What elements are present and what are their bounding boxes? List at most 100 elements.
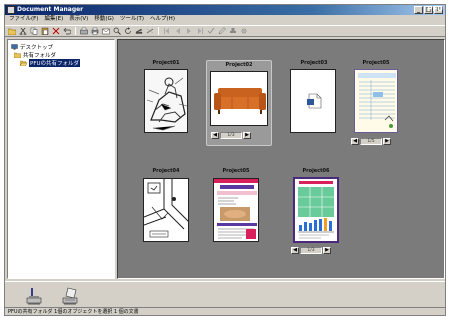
tree-item-shared-folder[interactable]: 共有フォルダ — [14, 51, 56, 59]
tree-item-pfu-shared-folder[interactable]: PFUの共有フォルダ — [20, 59, 81, 67]
toolbar-separator — [75, 27, 76, 35]
tree-item-label: 共有フォルダ — [23, 53, 57, 59]
window-title: Document Manager — [17, 6, 84, 13]
page-navigator: ◀ 1/3 ▶ — [211, 131, 251, 139]
scanner-icon — [26, 288, 42, 305]
title-bar[interactable]: Document Manager _ □ × — [5, 5, 445, 15]
document-view: Project01 Project02 ◀ 1/3 ▶ Project03 Pr… — [117, 39, 445, 279]
last-page-button[interactable] — [196, 27, 204, 35]
document-scanner-icon — [62, 287, 78, 305]
catalog-thumbnail — [213, 178, 259, 242]
prev-page-button[interactable] — [174, 27, 182, 35]
options-button[interactable] — [240, 27, 248, 35]
open-folder-icon — [20, 60, 27, 66]
project-name: Project05 — [222, 168, 250, 174]
scan-button[interactable] — [80, 27, 88, 35]
unstaple-icon — [146, 28, 154, 34]
paste-button[interactable] — [41, 27, 49, 35]
project-name: Project02 — [225, 62, 253, 68]
folder-tree: デスクトップ 共有フォルダ PFUの共有フォルダ — [7, 39, 115, 279]
project-name: Project03 — [300, 60, 328, 66]
desktop-icon — [11, 44, 18, 50]
project-name: Project05 — [362, 60, 390, 66]
next-page-button[interactable] — [185, 27, 193, 35]
project-card[interactable]: Project05 ◀ 1/5 ▶ — [351, 60, 400, 152]
project-card[interactable]: Project05 — [210, 168, 262, 250]
new-folder-button[interactable] — [8, 27, 16, 35]
word-document-icon — [307, 93, 322, 109]
menu-file[interactable]: ファイル(F) — [9, 15, 38, 24]
paste-icon — [41, 27, 49, 35]
menu-go[interactable]: 移動(G) — [94, 15, 114, 24]
cut-button[interactable] — [19, 27, 27, 35]
zoom-button[interactable] — [113, 27, 121, 35]
bottom-toolbar — [5, 281, 445, 307]
rotate-icon — [125, 27, 131, 34]
next-page-icon — [187, 28, 191, 34]
project-name: Project01 — [152, 60, 180, 66]
tree-item-label: PFUの共有フォルダ — [29, 59, 81, 67]
project-name: Project04 — [152, 168, 180, 174]
stamp-icon — [230, 28, 236, 33]
document-thumbnail — [290, 69, 336, 133]
status-bar: PFUの共有フォルダ 1個のオブジェクトを選択 1 個の文書 — [5, 307, 445, 316]
folder-icon — [8, 28, 16, 35]
project-name: Project06 — [302, 168, 330, 174]
prev-page-button[interactable]: ◀ — [351, 137, 359, 145]
unstaple-button[interactable] — [146, 27, 154, 35]
prev-page-button[interactable]: ◀ — [211, 131, 219, 139]
first-page-icon — [164, 28, 169, 34]
next-page-button[interactable]: ▶ — [383, 137, 391, 145]
delete-button[interactable] — [52, 27, 60, 35]
mail-button[interactable] — [102, 27, 110, 35]
annotate-button[interactable] — [218, 27, 226, 35]
folder-icon — [14, 52, 21, 58]
next-page-button[interactable]: ▶ — [323, 246, 331, 254]
form-thumbnail — [354, 69, 398, 133]
page-indicator: 1/3 — [300, 246, 322, 254]
status-text: PFUの共有フォルダ 1個のオブジェクトを選択 1 個の文書 — [8, 309, 139, 315]
check-button[interactable] — [207, 27, 215, 35]
toolbar-separator — [158, 27, 159, 35]
chart-document-thumbnail — [293, 177, 339, 243]
delete-icon — [52, 27, 60, 35]
mail-icon — [102, 28, 110, 35]
map-thumbnail — [143, 178, 189, 242]
project-card[interactable]: Project06 ◀ 1/3 ▶ — [290, 168, 342, 260]
printer-icon — [91, 27, 99, 35]
first-page-button[interactable] — [163, 27, 171, 35]
project-card[interactable]: Project01 — [140, 60, 192, 142]
scan-document-button[interactable] — [61, 286, 81, 306]
menu-help[interactable]: ヘルプ(H) — [150, 15, 175, 24]
project-card[interactable]: Project02 ◀ 1/3 ▶ — [206, 60, 272, 146]
brand-logo: PFU — [427, 5, 443, 13]
app-icon — [7, 6, 15, 14]
scan-to-folder-button[interactable] — [25, 286, 45, 306]
menu-edit[interactable]: 編集(E) — [44, 15, 63, 24]
minimize-button[interactable]: _ — [414, 6, 423, 14]
page-navigator: ◀ 1/3 ▶ — [291, 246, 331, 254]
stamp-button[interactable] — [229, 27, 237, 35]
toolbar — [5, 25, 445, 37]
settings-icon — [241, 28, 247, 34]
tree-item-desktop[interactable]: デスクトップ — [11, 43, 53, 51]
sofa-thumbnail — [210, 71, 268, 126]
stapler-icon — [135, 28, 143, 34]
tree-item-label: デスクトップ — [20, 45, 54, 51]
prev-page-icon — [176, 28, 180, 34]
check-icon — [207, 27, 215, 34]
next-page-button[interactable]: ▶ — [243, 131, 251, 139]
menu-view[interactable]: 表示(V) — [69, 15, 88, 24]
copy-button[interactable] — [30, 27, 38, 35]
undo-button[interactable] — [63, 27, 71, 35]
page-navigator: ◀ 1/5 ▶ — [351, 137, 391, 145]
project-card[interactable]: Project04 — [140, 168, 192, 250]
page-indicator: 1/5 — [360, 137, 382, 145]
menu-tools[interactable]: ツール(T) — [120, 15, 144, 24]
project-card[interactable]: Project03 — [288, 60, 340, 142]
page-indicator: 1/3 — [220, 131, 242, 139]
rotate-button[interactable] — [124, 27, 132, 35]
stapler-button[interactable] — [135, 27, 143, 35]
prev-page-button[interactable]: ◀ — [291, 246, 299, 254]
print-button[interactable] — [91, 27, 99, 35]
